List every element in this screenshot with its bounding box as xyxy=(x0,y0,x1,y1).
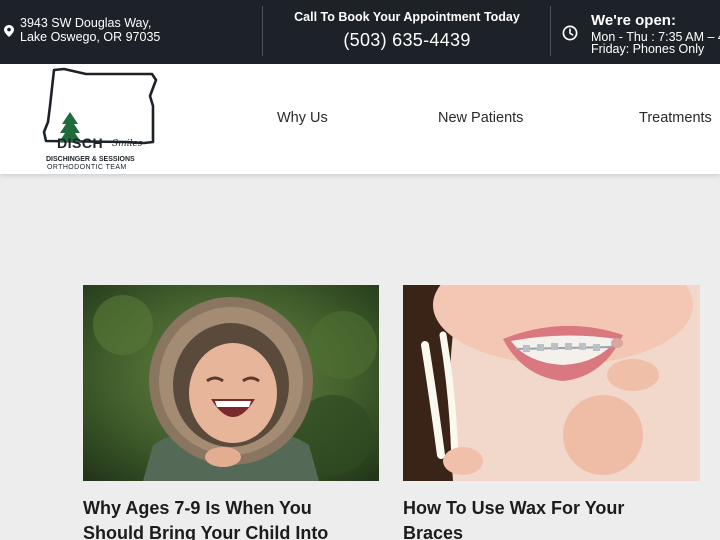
hours-friday: Friday: Phones Only xyxy=(591,42,705,56)
site-logo[interactable]: DISCH Smiles DISCHINGER & SESSIONS ORTHO… xyxy=(40,66,158,172)
post-title-braces-wax[interactable]: How To Use Wax For Your Braces xyxy=(403,496,703,540)
hours-block: We're open: Mon - Thu : 7:35 AM – 4 Frid… xyxy=(551,0,720,64)
logo-subtitle-1: DISCHINGER & SESSIONS xyxy=(46,156,135,163)
address-line-1: 3943 SW Douglas Way, xyxy=(20,16,152,30)
phone-link[interactable]: (503) 635-4439 xyxy=(263,30,551,51)
nav-item-treatments[interactable]: Treatments xyxy=(639,110,712,126)
call-block: Call To Book Your Appointment Today (503… xyxy=(263,0,551,64)
main-navigation: DISCH Smiles DISCHINGER & SESSIONS ORTHO… xyxy=(0,64,720,174)
post-image-braces[interactable] xyxy=(403,285,700,481)
post-title-line: Braces xyxy=(403,523,464,540)
logo-subtitle-2: ORTHODONTIC TEAM xyxy=(47,164,127,171)
post-title-line: Why Ages 7-9 Is When You xyxy=(83,498,312,518)
call-to-book-label: Call To Book Your Appointment Today xyxy=(294,10,520,24)
post-image-child[interactable] xyxy=(83,285,379,481)
post-title-child-age[interactable]: Why Ages 7-9 Is When You Should Bring Yo… xyxy=(83,496,383,540)
clock-icon xyxy=(562,25,578,41)
post-title-line: How To Use Wax For Your xyxy=(403,498,625,518)
map-pin-icon xyxy=(4,25,14,37)
logo-brand: DISCH xyxy=(57,135,104,151)
nav-item-new-patients[interactable]: New Patients xyxy=(438,110,523,126)
address-block[interactable]: 3943 SW Douglas Way, Lake Oswego, OR 970… xyxy=(0,0,262,64)
top-info-bar: 3943 SW Douglas Way, Lake Oswego, OR 970… xyxy=(0,0,720,64)
nav-item-why-us[interactable]: Why Us xyxy=(277,110,328,126)
hours-title: We're open: xyxy=(591,12,676,29)
post-title-line: Should Bring Your Child Into xyxy=(83,523,329,540)
logo-tagline: Smiles xyxy=(112,139,143,149)
address-line-2: Lake Oswego, OR 97035 xyxy=(20,30,161,44)
